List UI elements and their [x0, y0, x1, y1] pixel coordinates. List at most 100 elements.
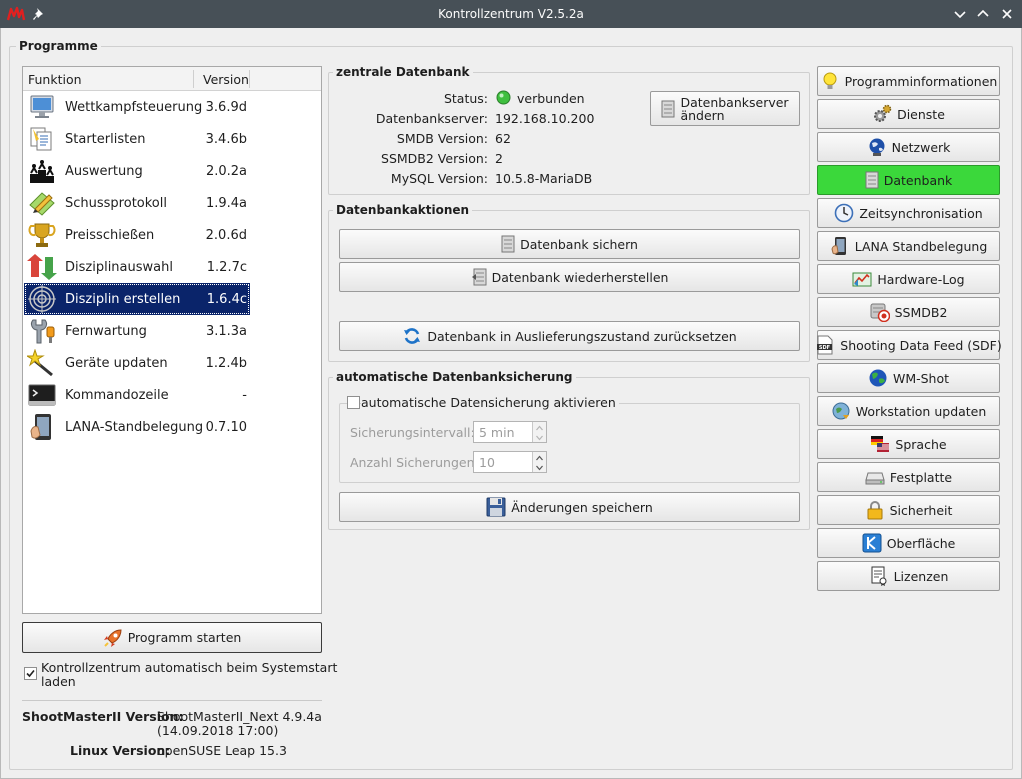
minimize-icon[interactable]: [952, 6, 968, 22]
nav-button-sdf[interactable]: SDF Shooting Data Feed (SDF): [817, 330, 1002, 360]
save-changes-button[interactable]: Änderungen speichern: [339, 492, 800, 522]
restore-db-label: Datenbank wiederherstellen: [491, 269, 669, 285]
database-icon: [661, 100, 675, 117]
change-db-server-button[interactable]: Datenbankserver ändern: [650, 91, 800, 126]
nav-button-services[interactable]: Dienste: [817, 99, 1000, 129]
function-name: Disziplin erstellen: [65, 292, 181, 307]
column-header-version[interactable]: Version: [203, 72, 249, 87]
reset-db-button[interactable]: Datenbank in Auslieferungszustand zurück…: [339, 321, 800, 351]
count-value: 10: [479, 455, 495, 470]
function-version: -: [242, 388, 247, 403]
gears-icon: [874, 104, 892, 122]
interval-label: Sicherungsintervall:: [350, 425, 475, 440]
db-server-value: 192.168.10.200: [495, 111, 595, 126]
column-separator[interactable]: [193, 70, 194, 88]
tablet-icon: [30, 414, 51, 440]
nav-button-lana[interactable]: LANA Standbelegung: [817, 231, 1000, 261]
function-version: 1.2.7c: [206, 260, 247, 275]
function-version: 2.0.6d: [205, 228, 247, 243]
nav-label: Workstation updaten: [855, 403, 987, 419]
table-row[interactable]: Geräte updaten 1.2.4b: [24, 347, 250, 379]
autostart-checkbox[interactable]: [24, 667, 37, 680]
nav-label: WM-Shot: [892, 370, 950, 386]
kde-icon: [862, 533, 882, 553]
programs-group-title: Programme: [16, 39, 101, 53]
autostart-label-line2[interactable]: laden: [41, 674, 76, 689]
checkmark-icon: [26, 669, 35, 678]
db-actions-title: Datenbankaktionen: [333, 203, 473, 217]
nav-button-hardware-log[interactable]: Hardware-Log: [817, 264, 1000, 294]
auto-backup-enable-label[interactable]: automatische Datensicherung aktivieren: [361, 395, 619, 410]
auto-backup-checkbox[interactable]: [347, 396, 360, 409]
table-row[interactable]: Auswertung 2.0.2a: [24, 155, 250, 187]
spin-down-icon[interactable]: [532, 432, 546, 442]
spin-down-icon[interactable]: [532, 462, 546, 472]
database-icon: [501, 235, 515, 253]
ssmdb2-version-label: SSMDB2 Version:: [381, 151, 488, 166]
db-server-label: Datenbankserver:: [375, 111, 488, 126]
function-version: 3.4.6b: [205, 132, 247, 147]
nav-button-workstation-update[interactable]: Workstation updaten: [817, 396, 1000, 426]
nav-button-interface[interactable]: Oberfläche: [817, 528, 1000, 558]
linux-version-value: openSUSE Leap 15.3: [157, 743, 287, 758]
chart-log-icon: [852, 272, 872, 287]
interval-spinbox[interactable]: 5 min: [473, 421, 547, 443]
backup-db-button[interactable]: Datenbank sichern: [339, 229, 800, 259]
nav-button-network[interactable]: Netzwerk: [817, 132, 1000, 162]
spin-up-icon[interactable]: [532, 422, 546, 432]
restore-db-button[interactable]: Datenbank wiederherstellen: [339, 262, 800, 292]
nav-label: LANA Standbelegung: [854, 238, 988, 254]
start-program-label: Programm starten: [127, 630, 242, 645]
status-label: Status:: [443, 91, 488, 106]
table-row[interactable]: Schussprotokoll 1.9.4a: [24, 187, 250, 219]
autostart-label-line1[interactable]: Kontrollzentrum automatisch beim Systems…: [41, 660, 337, 675]
table-row[interactable]: Kommandozeile -: [24, 379, 250, 411]
table-row[interactable]: Wettkampfsteuerung 3.6.9d: [24, 91, 250, 123]
spin-up-icon[interactable]: [532, 452, 546, 462]
table-row[interactable]: LANA-Standbelegung 0.7.10: [24, 411, 250, 443]
nav-label: Sprache: [895, 436, 947, 452]
nav-button-database[interactable]: Datenbank: [817, 165, 1000, 195]
nav-button-program-info[interactable]: Programminformationen: [817, 66, 1000, 96]
function-name: Fernwartung: [65, 324, 147, 339]
backup-db-label: Datenbank sichern: [520, 236, 638, 252]
nav-label: Festplatte: [889, 469, 953, 485]
nav-label: Netzwerk: [891, 139, 951, 155]
column-separator[interactable]: [249, 70, 250, 88]
nav-button-harddisk[interactable]: Festplatte: [817, 462, 1000, 492]
nav-label: Programminformationen: [844, 73, 998, 89]
table-row[interactable]: Fernwartung 3.1.3a: [24, 315, 250, 347]
harddisk-icon: [865, 472, 885, 485]
nav-button-time-sync[interactable]: Zeitsynchronisation: [817, 198, 1000, 228]
start-program-button[interactable]: Programm starten: [22, 622, 322, 653]
nav-button-wm-shot[interactable]: WM-Shot: [817, 363, 1000, 393]
count-spinbox[interactable]: 10: [473, 451, 547, 473]
smdb-version-value: 62: [495, 131, 511, 146]
nav-button-licenses[interactable]: Lizenzen: [817, 561, 1000, 591]
function-name: Starterlisten: [65, 132, 146, 147]
tablet-icon: [831, 237, 846, 255]
reset-db-label: Datenbank in Auslieferungszustand zurück…: [427, 328, 737, 344]
pencil-note-icon: [29, 192, 55, 216]
function-name: Schussprotokoll: [65, 196, 167, 211]
table-row[interactable]: Disziplin erstellen 1.6.4c: [24, 283, 250, 315]
nav-label: Hardware-Log: [877, 271, 965, 287]
magic-wand-icon: [27, 349, 53, 377]
program-table[interactable]: Funktion Version Wettkampfsteuerung 3.6.…: [22, 66, 322, 614]
column-header-function[interactable]: Funktion: [28, 72, 82, 87]
table-row[interactable]: Preisschießen 2.0.6d: [24, 219, 250, 251]
clock-icon: [835, 203, 854, 223]
count-label: Anzahl Sicherungen:: [350, 455, 479, 470]
maximize-icon[interactable]: [975, 6, 991, 22]
nav-button-ssmdb2[interactable]: SSMDB2: [817, 297, 1000, 327]
table-row[interactable]: Disziplinauswahl 1.2.7c: [24, 251, 250, 283]
certificate-icon: [871, 566, 887, 586]
auto-backup-subgroup: [339, 403, 800, 483]
function-name: Geräte updaten: [65, 356, 168, 371]
table-row[interactable]: Starterlisten 3.4.6b: [24, 123, 250, 155]
interval-value: 5 min: [479, 425, 515, 440]
nav-button-security[interactable]: Sicherheit: [817, 495, 1000, 525]
function-name: Kommandozeile: [65, 388, 169, 403]
nav-button-language[interactable]: Sprache: [817, 429, 1000, 459]
close-icon[interactable]: [999, 6, 1015, 22]
